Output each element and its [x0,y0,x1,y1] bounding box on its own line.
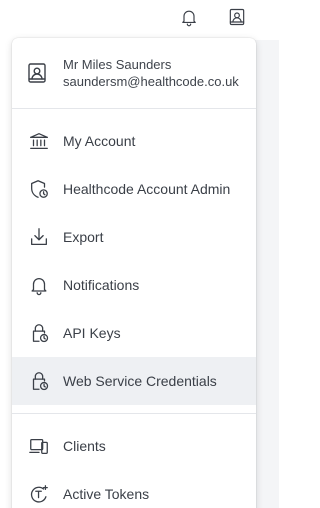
menu-item-my-account[interactable]: My Account [12,117,256,165]
menu-item-active-tokens[interactable]: Active Tokens [12,470,256,508]
menu-item-healthcode-account-admin[interactable]: Healthcode Account Admin [12,165,256,213]
bell-icon[interactable] [177,5,201,29]
menu-item-clients[interactable]: Clients [12,422,256,470]
page: Mr Miles Saunders saundersm@healthcode.c… [0,0,279,508]
menu-item-label: Healthcode Account Admin [63,181,231,197]
shield-clock-icon [27,177,51,201]
bank-icon [27,129,51,153]
profile-name: Mr Miles Saunders [63,57,172,72]
token-icon [27,482,51,506]
profile-header: Mr Miles Saunders saundersm@healthcode.c… [12,38,256,108]
menu-item-label: Clients [63,438,106,454]
lock-clock-icon [27,321,51,345]
download-icon [27,225,51,249]
devices-icon [27,434,51,458]
user-badge-icon [25,61,49,85]
menu-item-label: Active Tokens [63,486,150,502]
menu-item-notifications[interactable]: Notifications [12,261,256,309]
menu-item-web-service-credentials[interactable]: Web Service Credentials [12,357,256,405]
menu-item-label: Export [63,229,104,245]
menu-item-api-keys[interactable]: API Keys [12,309,256,357]
profile-email: saundersm@healthcode.co.uk [63,74,239,89]
account-dropdown-menu: Mr Miles Saunders saundersm@healthcode.c… [12,38,256,508]
menu-item-label: API Keys [63,325,121,341]
page-backdrop [255,40,279,508]
lock-clock-icon [27,369,51,393]
menu-item-label: Web Service Credentials [63,373,217,389]
menu-item-label: Notifications [63,277,140,293]
menu-item-export[interactable]: Export [12,213,256,261]
menu-item-label: My Account [63,133,136,149]
bell-icon [27,273,51,297]
user-badge-icon[interactable] [225,5,249,29]
